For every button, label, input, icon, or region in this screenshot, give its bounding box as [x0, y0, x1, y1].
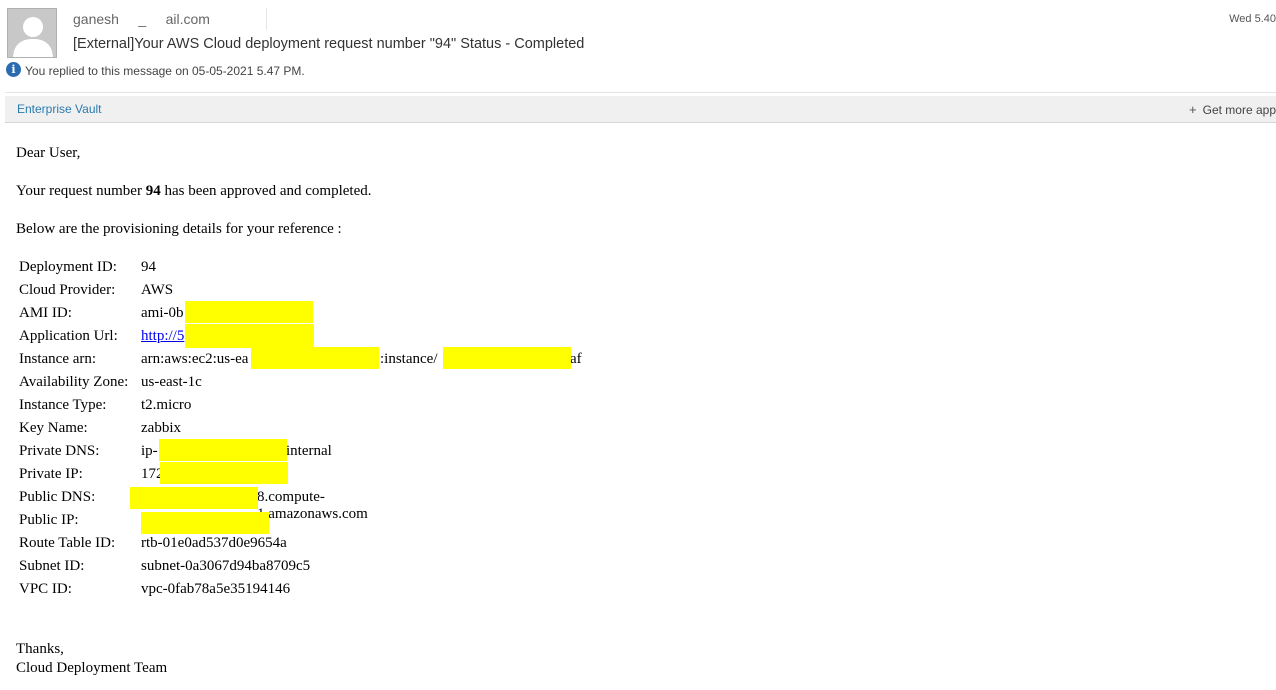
- sender-address[interactable]: ganesh _ ail.com: [73, 11, 210, 27]
- detail-label: Cloud Provider:: [19, 282, 116, 298]
- greeting: Dear User,: [16, 145, 81, 161]
- redaction-highlight: [185, 301, 313, 323]
- detail-label: Instance arn:: [19, 351, 97, 367]
- detail-label: Route Table ID:: [19, 535, 116, 551]
- avatar-placeholder-icon: [13, 17, 53, 57]
- detail-value: subnet-0a3067d94ba8709c5: [141, 558, 311, 574]
- replied-notice[interactable]: You replied to this message on 05-05-202…: [25, 64, 305, 78]
- received-date: Wed 5.40: [1229, 13, 1276, 25]
- detail-value-end: internal: [286, 443, 332, 459]
- detail-label: Public IP:: [19, 512, 79, 528]
- detail-value: vpc-0fab78a5e35194146: [141, 581, 291, 597]
- details-intro: Below are the provisioning details for y…: [16, 221, 342, 237]
- detail-value: zabbix: [141, 420, 181, 436]
- detail-label: Key Name:: [19, 420, 88, 436]
- sender-avatar: [7, 8, 57, 58]
- redaction-highlight: [141, 512, 269, 534]
- detail-label: Instance Type:: [19, 397, 107, 413]
- request-suffix: has been approved and completed.: [160, 183, 372, 199]
- detail-value: t2.micro: [141, 397, 192, 413]
- detail-label: Private DNS:: [19, 443, 100, 459]
- redaction-highlight: [185, 324, 314, 348]
- detail-value: rtb-01e0ad537d0e9654a: [141, 535, 287, 551]
- detail-label: Application Url:: [19, 328, 118, 344]
- detail-value: 94: [141, 259, 156, 275]
- request-status-line: Your request number 94 has been approved…: [16, 183, 371, 200]
- detail-value-end: af: [570, 351, 582, 367]
- add-in-bar: Enterprise Vault + Get more app: [5, 96, 1276, 123]
- application-url-link[interactable]: http://5: [141, 328, 184, 345]
- redaction-highlight: [251, 347, 379, 369]
- redaction-highlight: [130, 487, 258, 509]
- detail-label: AMI ID:: [19, 305, 72, 321]
- header-divider: [266, 8, 267, 30]
- detail-label: Private IP:: [19, 466, 83, 482]
- redaction-highlight: [159, 439, 287, 461]
- get-more-apps-button[interactable]: + Get more app: [1189, 102, 1276, 117]
- plus-icon: +: [1189, 102, 1197, 117]
- detail-value: ami-0b: [141, 305, 184, 321]
- detail-value: arn:aws:ec2:us-ea: [141, 351, 249, 367]
- enterprise-vault-link[interactable]: Enterprise Vault: [17, 102, 102, 116]
- request-number: 94: [145, 183, 161, 199]
- detail-label: VPC ID:: [19, 581, 72, 597]
- detail-value-end: 8.compute-1.amazonaws.com: [257, 489, 368, 522]
- detail-value-mid: :instance/: [380, 351, 438, 367]
- detail-label: Subnet ID:: [19, 558, 85, 574]
- detail-label: Public DNS:: [19, 489, 96, 505]
- detail-label: Deployment ID:: [19, 259, 117, 275]
- redaction-highlight: [160, 462, 288, 484]
- team-signature: Cloud Deployment Team: [16, 660, 168, 676]
- request-prefix: Your request number: [16, 183, 146, 199]
- info-icon: i: [6, 62, 21, 77]
- detail-label: Availability Zone:: [19, 374, 129, 390]
- signoff: Thanks,: [16, 641, 64, 657]
- header-separator: [5, 92, 1276, 93]
- redaction-highlight: [443, 347, 571, 369]
- detail-value: ip-: [141, 443, 158, 459]
- detail-value: AWS: [141, 282, 174, 298]
- get-more-apps-label: Get more app: [1202, 103, 1276, 117]
- detail-value: us-east-1c: [141, 374, 202, 390]
- email-subject: [External]Your AWS Cloud deployment requ…: [73, 36, 585, 52]
